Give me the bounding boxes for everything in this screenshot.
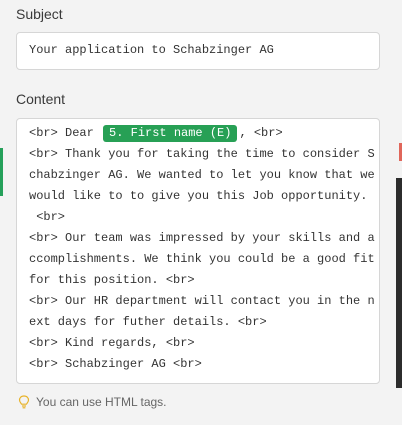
content-line: <br> Thank you for taking the time to co… (29, 147, 375, 161)
content-line: <br> Our HR department will contact you … (29, 294, 375, 308)
content-label: Content (16, 91, 66, 107)
content-line: <br> Kind regards, <br> (29, 336, 195, 350)
content-line: ccomplishments. We think you could be a … (29, 252, 375, 266)
content-line: <br> Dear 5. First name (E), <br> (29, 123, 379, 144)
hint-text: You can use HTML tags. (36, 395, 167, 409)
lightbulb-icon (18, 395, 30, 409)
content-line: <br> (29, 210, 66, 224)
subject-input[interactable]: Your application to Schabzinger AG (16, 32, 380, 70)
content-line-suffix: , <br> (239, 126, 283, 140)
content-line: for this position. <br> (29, 273, 195, 287)
content-line: <br> Our team was impressed by your skil… (29, 231, 375, 245)
content-line: ext days for futher details. <br> (29, 315, 267, 329)
first-name-placeholder-tag[interactable]: 5. First name (E) (103, 125, 238, 142)
subject-label: Subject (16, 6, 63, 22)
content-editor[interactable]: <br> Dear 5. First name (E), <br> <br> T… (16, 118, 380, 384)
scrollbar[interactable] (396, 178, 402, 388)
content-line: <br> Schabzinger AG <br> (29, 357, 202, 371)
content-line-prefix: <br> Dear (29, 126, 102, 140)
left-accent-bar (0, 148, 3, 196)
content-line: chabzinger AG. We wanted to let you know… (29, 168, 375, 182)
html-hint: You can use HTML tags. (18, 395, 167, 409)
content-line: would like to to give you this Job oppor… (29, 189, 368, 203)
